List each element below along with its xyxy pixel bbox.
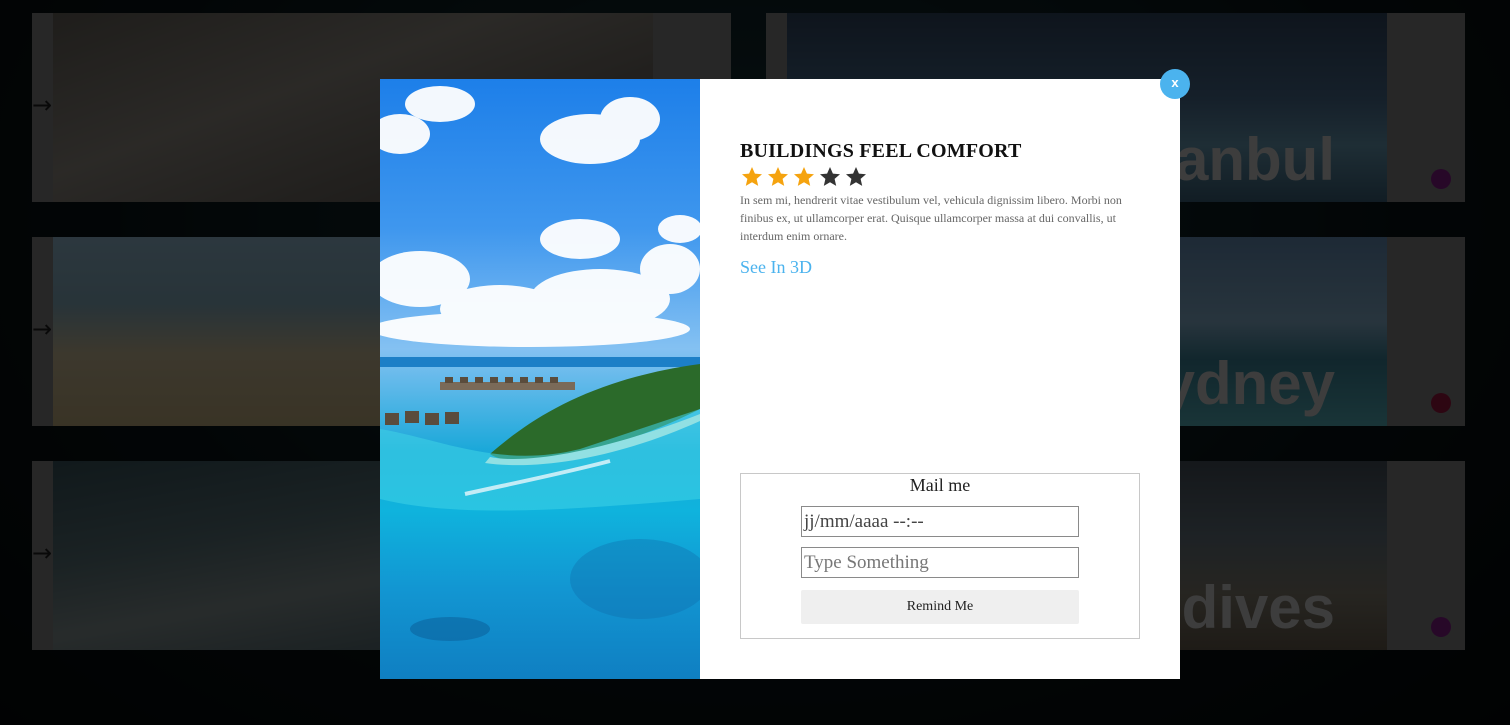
close-button[interactable]: x — [1160, 69, 1190, 99]
island-photo — [380, 79, 700, 679]
star-empty-icon[interactable] — [818, 165, 842, 189]
see-in-3d-link[interactable]: See In 3D — [740, 257, 812, 278]
modal-heading: BUILDINGS FEEL COMFORT — [740, 140, 1022, 162]
island-illustration — [380, 86, 700, 641]
mail-form-title: Mail me — [909, 475, 971, 495]
remind-me-button[interactable]: Remind Me — [801, 590, 1079, 624]
modal-description: In sem mi, hendrerit vitae vestibulum ve… — [740, 193, 1122, 243]
mail-reminder-form: Mail me jj/mm/aaaa --:-- Type Something … — [740, 473, 1140, 639]
star-rating[interactable] — [740, 165, 868, 189]
modal-content: BUILDINGS FEEL COMFORT In sem mi, hendre… — [700, 79, 1180, 679]
datetime-input[interactable]: jj/mm/aaaa --:-- — [801, 506, 1079, 537]
message-input[interactable]: Type Something — [801, 547, 1079, 578]
star-filled-icon[interactable] — [740, 165, 764, 189]
star-empty-icon[interactable] — [844, 165, 868, 189]
detail-modal: BUILDINGS FEEL COMFORT In sem mi, hendre… — [380, 79, 1180, 679]
star-filled-icon[interactable] — [766, 165, 790, 189]
star-filled-icon[interactable] — [792, 165, 816, 189]
